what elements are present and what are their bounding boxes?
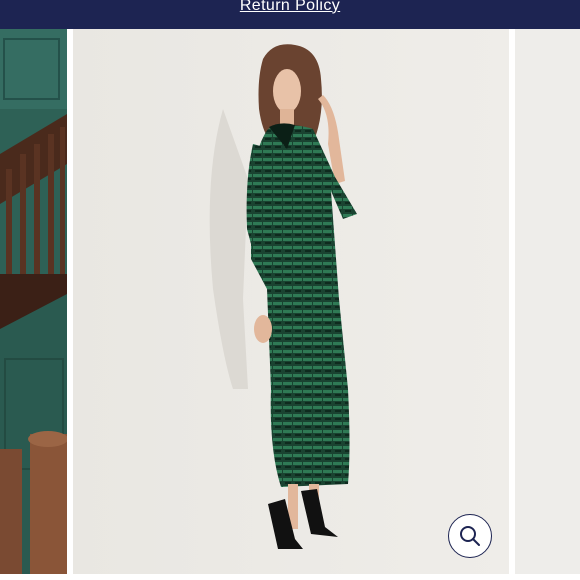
zoom-button[interactable] bbox=[448, 514, 492, 558]
announcement-banner: Return Policy bbox=[0, 0, 580, 29]
gallery-slide-main[interactable] bbox=[73, 29, 509, 574]
return-policy-link[interactable]: Return Policy bbox=[240, 0, 340, 16]
gallery-slide-previous[interactable] bbox=[0, 29, 67, 574]
product-image-gallery bbox=[0, 29, 580, 574]
product-photo bbox=[73, 29, 509, 574]
next-product-photo bbox=[515, 29, 580, 574]
gallery-slide-next[interactable] bbox=[515, 29, 580, 574]
staircase-photo bbox=[0, 29, 67, 574]
search-icon bbox=[460, 526, 480, 546]
